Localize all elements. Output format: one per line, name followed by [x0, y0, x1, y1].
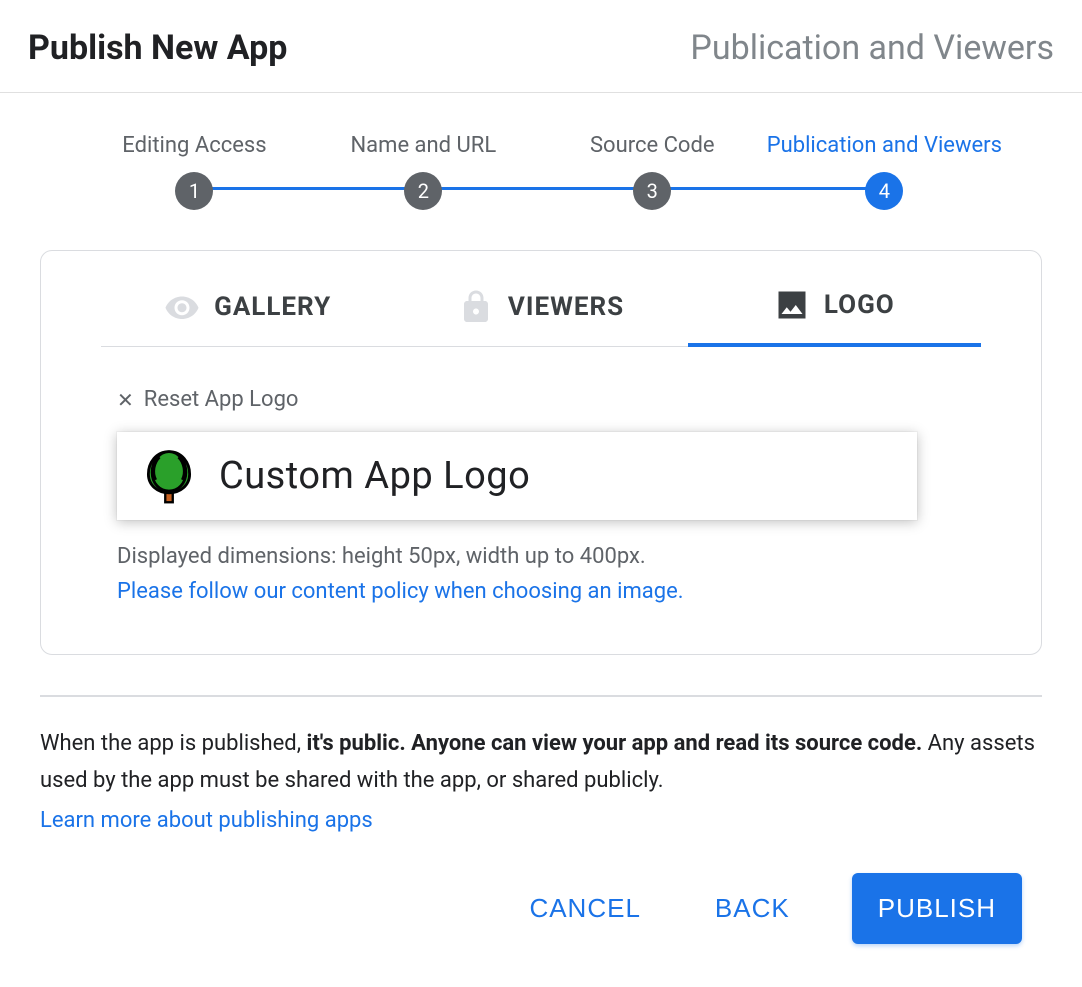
dialog-header: Publish New App Publication and Viewers	[0, 0, 1082, 93]
image-icon	[774, 287, 810, 323]
back-button[interactable]: BACK	[703, 883, 802, 934]
step-editing-access[interactable]: Editing Access 1	[80, 133, 309, 210]
tab-label: GALLERY	[214, 292, 331, 322]
tab-gallery[interactable]: GALLERY	[101, 277, 394, 346]
tab-label: VIEWERS	[508, 292, 624, 322]
publish-notice: When the app is published, it's public. …	[40, 725, 1042, 800]
close-icon: ✕	[117, 390, 134, 410]
step-number-circle: 1	[175, 172, 213, 210]
logo-tab-content: ✕ Reset App Logo Custom App Logo Display…	[81, 347, 1001, 614]
tab-logo[interactable]: LOGO	[688, 277, 981, 347]
tab-label: LOGO	[824, 290, 895, 320]
publish-button[interactable]: PUBLISH	[852, 873, 1022, 944]
step-label: Publication and Viewers	[767, 133, 1002, 158]
step-label: Editing Access	[122, 133, 266, 158]
step-connector	[423, 187, 652, 190]
reset-logo-button[interactable]: ✕ Reset App Logo	[117, 387, 965, 412]
step-label: Source Code	[590, 133, 715, 158]
dialog-content: Editing Access 1 Name and URL 2 Source C…	[0, 93, 1082, 984]
step-connector	[652, 187, 881, 190]
step-connector	[194, 187, 423, 190]
dimensions-hint: Displayed dimensions: height 50px, width…	[117, 544, 965, 569]
stepper: Editing Access 1 Name and URL 2 Source C…	[80, 133, 1002, 210]
learn-more-link[interactable]: Learn more about publishing apps	[40, 808, 373, 833]
notice-bold: it's public. Anyone can view your app an…	[307, 731, 923, 756]
logo-preview-card[interactable]: Custom App Logo	[117, 432, 917, 520]
step-number-circle: 4	[865, 172, 903, 210]
reset-label: Reset App Logo	[144, 387, 299, 412]
tab-viewers[interactable]: VIEWERS	[394, 277, 687, 346]
step-publication-viewers[interactable]: Publication and Viewers 4	[767, 133, 1002, 210]
tree-icon	[139, 446, 199, 506]
notice-prefix: When the app is published,	[40, 731, 307, 756]
section-divider	[40, 695, 1042, 697]
dialog-title: Publish New App	[28, 28, 287, 68]
settings-panel: GALLERY VIEWERS LOGO ✕ Reset App Logo	[40, 250, 1042, 655]
step-source-code[interactable]: Source Code 3	[538, 133, 767, 210]
step-name-url[interactable]: Name and URL 2	[309, 133, 538, 210]
content-policy-link[interactable]: Please follow our content policy when ch…	[117, 579, 965, 604]
step-number-circle: 2	[404, 172, 442, 210]
step-label: Name and URL	[350, 133, 496, 158]
step-number-circle: 3	[633, 172, 671, 210]
cancel-button[interactable]: CANCEL	[517, 883, 652, 934]
dialog-footer: CANCEL BACK PUBLISH	[40, 833, 1042, 964]
logo-preview-text: Custom App Logo	[219, 454, 530, 498]
dialog-step-name: Publication and Viewers	[690, 28, 1054, 68]
eye-icon	[164, 289, 200, 325]
lock-icon	[458, 289, 494, 325]
tab-bar: GALLERY VIEWERS LOGO	[101, 277, 981, 347]
